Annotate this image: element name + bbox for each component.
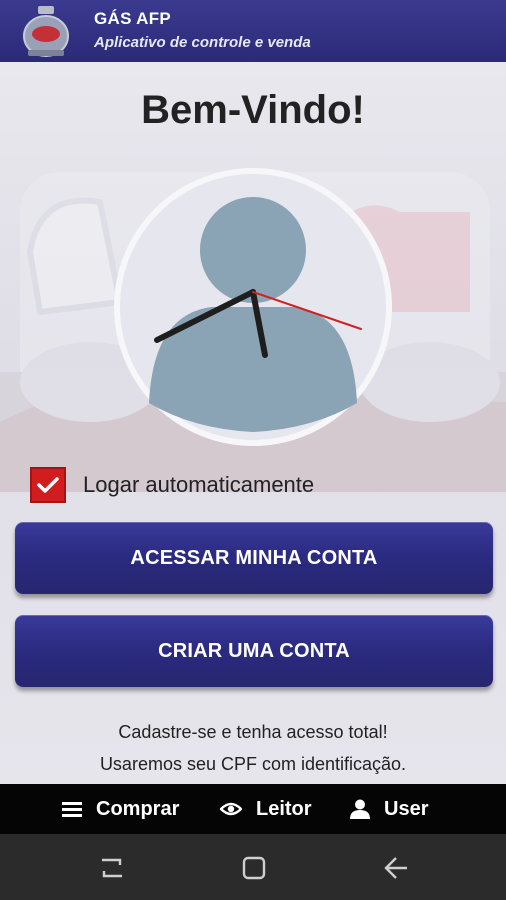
user-icon [350,799,370,819]
info-text-line-1: Cadastre-se e tenha acesso total! [118,722,388,742]
bottom-navigation: Comprar Leitor User [0,784,506,834]
access-account-button[interactable]: ACESSAR MINHA CONTA [15,522,493,594]
nav-label-leitor: Leitor [256,797,312,820]
recent-apps-icon[interactable] [98,854,126,882]
system-navigation-bar [0,834,506,900]
home-icon[interactable] [240,854,268,882]
app-subtitle: Aplicativo de controle e venda [94,34,311,51]
main-content: Bem-Vindo! Logar automaticamente ACESSAR… [0,62,506,784]
nav-label-user: User [384,797,429,820]
nav-item-leitor[interactable]: Leitor [220,784,312,834]
auto-login-label: Logar automaticamente [83,472,315,497]
auto-login-checkbox[interactable] [30,467,66,503]
nav-item-comprar[interactable]: Comprar [62,784,179,834]
auto-login-row[interactable]: Logar automaticamente [30,467,314,503]
nav-item-user[interactable]: User [350,784,428,834]
eye-icon [220,802,242,816]
back-icon[interactable] [382,854,410,882]
nav-label-comprar: Comprar [96,797,180,820]
create-account-button[interactable]: CRIAR UMA CONTA [15,615,493,687]
check-icon [37,477,59,493]
welcome-title: Bem-Vindo! [141,88,365,132]
avatar[interactable] [113,167,393,447]
app-header: GÁS AFP Aplicativo de controle e venda [0,0,506,62]
app-title: GÁS AFP [94,9,172,28]
gas-cylinder-logo [18,4,74,58]
menu-icon [62,802,82,817]
info-text-line-2: Usaremos seu CPF com identificação. [99,754,407,774]
